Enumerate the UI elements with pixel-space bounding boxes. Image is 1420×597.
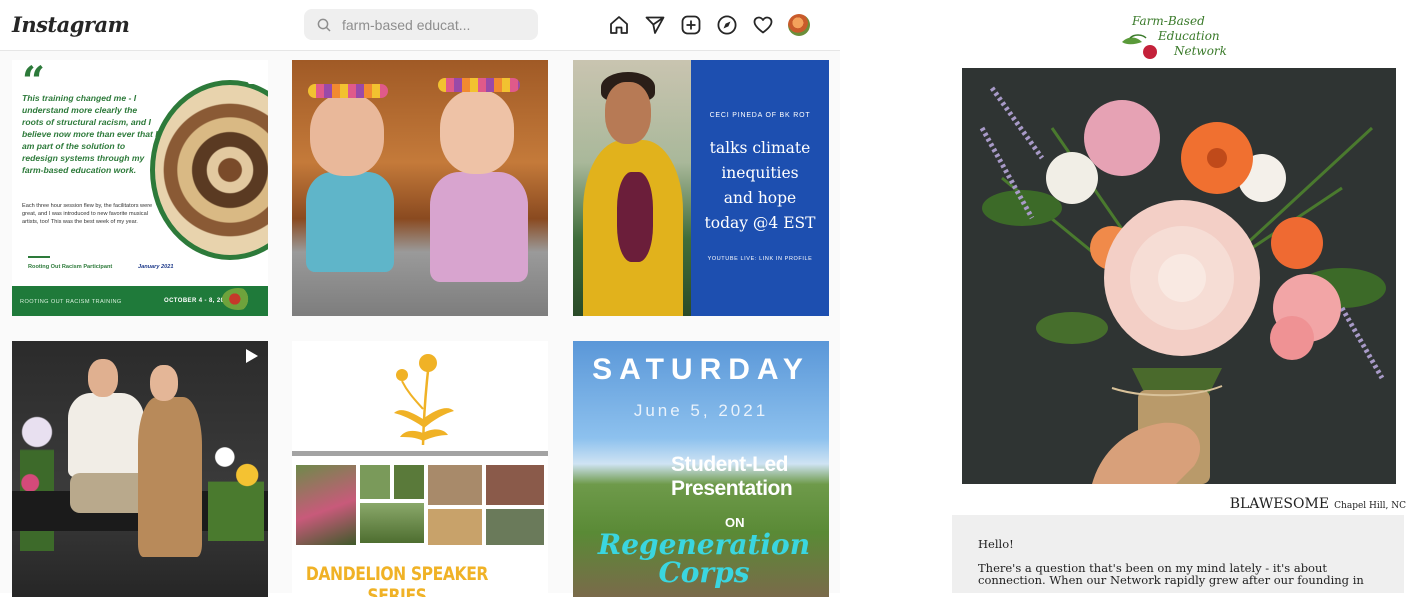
post-saturday-presentation[interactable]: SATURDAY June 5, 2021 Student-Led Presen…: [573, 341, 829, 597]
child-face: [310, 94, 384, 176]
newsletter-panel: Farm-Based Education Network BLAWESOME C…: [928, 0, 1420, 593]
quote-attribution: Rooting Out Racism Participant: [28, 264, 113, 270]
event-title-line: Student-Led: [671, 453, 788, 476]
photo-caption: BLAWESOME Chapel Hill, NC: [1230, 493, 1406, 512]
caption-credit: BLAWESOME: [1229, 496, 1330, 512]
instagram-logo[interactable]: Instagram: [12, 12, 130, 37]
quote-text: This training changed me - I understand …: [22, 93, 158, 175]
speaker-photo: [573, 60, 691, 316]
explore-icon[interactable]: [715, 13, 739, 37]
flower-crown: [308, 84, 388, 98]
collage-photo: [486, 509, 544, 545]
collage-photo: [360, 465, 390, 499]
photo-collage: [292, 463, 548, 567]
day-heading: SATURDAY: [592, 353, 810, 386]
series-title: DANDELION SPEAKER SERIES: [305, 563, 489, 597]
radish-logo-icon: [222, 288, 254, 310]
child-figure: [306, 172, 394, 272]
caption-location: Chapel Hill, NC: [1334, 501, 1406, 511]
plant-bunch: [617, 172, 653, 262]
event-title-line: Presentation: [671, 477, 793, 500]
greeting: Hello!: [978, 537, 1014, 551]
logo-line: Farm-Based: [1132, 14, 1205, 28]
collage-photo: [486, 465, 544, 505]
quote-date: January 2021: [138, 264, 174, 270]
logo-line: Network: [1174, 44, 1227, 58]
network-logo[interactable]: Farm-Based Education Network: [1120, 14, 1250, 62]
collage-photo: [428, 509, 482, 545]
post-kids-flower-crowns[interactable]: [292, 60, 548, 316]
bowl-image: [150, 80, 268, 260]
logo-line: Education: [1158, 29, 1220, 43]
collage-photo: [394, 465, 424, 499]
collage-photo: [360, 503, 424, 543]
search-input[interactable]: [340, 15, 524, 34]
talk-title-line: inequities: [721, 164, 799, 182]
talk-title-line: and hope: [723, 189, 797, 207]
speaker-face: [605, 82, 651, 144]
footer-left-text: ROOTING OUT RACISM TRAINING: [20, 299, 122, 305]
search-box[interactable]: [304, 9, 538, 40]
talk-title-line: talks climate: [709, 139, 811, 157]
flower-crown: [438, 78, 520, 92]
search-icon: [317, 18, 331, 32]
send-icon[interactable]: [643, 13, 667, 37]
bouquet-photo: [962, 68, 1396, 484]
divider: [28, 256, 50, 258]
instagram-header: Instagram: [0, 0, 840, 51]
post-couple-with-flowers[interactable]: [12, 341, 268, 597]
collage-photo: [296, 465, 356, 545]
top-nav: [607, 13, 811, 37]
letter-body: Hello! There's a question that's been on…: [952, 515, 1404, 593]
talk-title-line: today @4 EST: [704, 214, 816, 232]
event-date: June 5, 2021: [633, 401, 769, 420]
speaker-name: CECI PINEDA OF BK ROT: [709, 112, 811, 119]
letter-paragraph: There's a question that's been on my min…: [978, 561, 1364, 587]
woman-face: [150, 365, 178, 401]
blue-text-panel: CECI PINEDA OF BK ROT talks climate ineq…: [691, 60, 829, 316]
child-face: [440, 90, 514, 174]
child-figure: [430, 172, 528, 282]
flower-vases-right: [208, 421, 264, 541]
woman-figure: [138, 397, 202, 557]
bouquet-illustration: [962, 68, 1396, 484]
event-subject: Regeneration Corps: [597, 528, 811, 589]
man-face: [88, 359, 118, 397]
home-icon[interactable]: [607, 13, 631, 37]
post-rooting-out-racism[interactable]: “ This training changed me - I understan…: [12, 60, 268, 316]
event-title: Student-Led Presentation: [671, 453, 829, 501]
profile-avatar[interactable]: [787, 13, 811, 37]
new-post-icon[interactable]: [679, 13, 703, 37]
man-figure: [68, 393, 144, 477]
divider: [292, 451, 548, 456]
radish-icon: [1122, 34, 1157, 59]
collage-photo: [428, 465, 482, 505]
instagram-panel: Instagram farm-based educat... “ This tr…: [0, 0, 840, 597]
quote-subtext: Each three hour session flew by, the fac…: [22, 203, 153, 225]
talk-title: talks climate inequities and hope today …: [691, 136, 829, 236]
youtube-note: YOUTUBE LIVE: LINK IN PROFILE: [707, 256, 813, 262]
dandelion-illustration: [394, 354, 454, 446]
post-dandelion-speaker-series[interactable]: DANDELION SPEAKER SERIES: [292, 341, 548, 597]
multi-post-icon: [248, 68, 264, 84]
avatar: [788, 14, 810, 36]
heart-icon[interactable]: [751, 13, 775, 37]
video-play-icon: [246, 349, 258, 363]
post-climate-talk[interactable]: CECI PINEDA OF BK ROT talks climate ineq…: [573, 60, 829, 316]
